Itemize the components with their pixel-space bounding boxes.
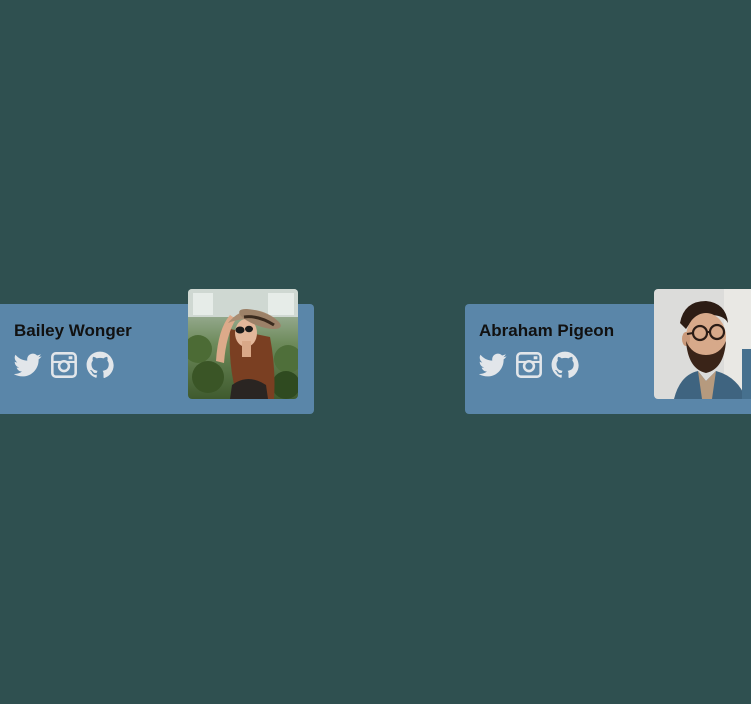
twitter-icon[interactable] — [14, 351, 42, 379]
instagram-icon[interactable] — [50, 351, 78, 379]
github-icon[interactable] — [86, 351, 114, 379]
profile-name: Abraham Pigeon — [479, 321, 615, 340]
twitter-icon[interactable] — [479, 351, 507, 379]
profile-card: Abraham Pigeon — [465, 289, 751, 414]
profile-card: Bailey Wonger — [0, 289, 314, 414]
social-links — [14, 351, 114, 379]
github-icon[interactable] — [551, 351, 579, 379]
avatar — [188, 289, 298, 399]
instagram-icon[interactable] — [515, 351, 543, 379]
profile-name: Bailey Wonger — [14, 321, 132, 340]
avatar — [654, 289, 751, 399]
social-links — [479, 351, 579, 379]
